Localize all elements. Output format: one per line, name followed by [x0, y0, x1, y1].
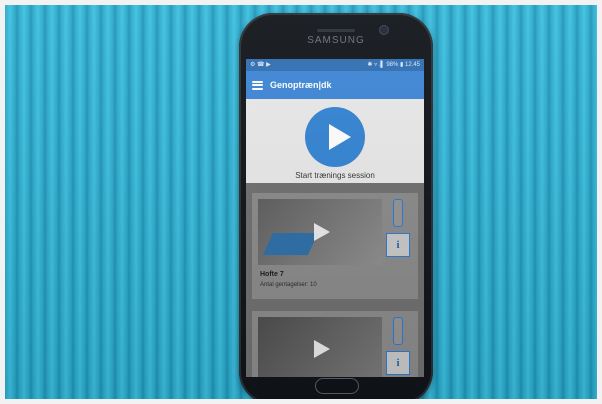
exercise-card[interactable]: i — [252, 311, 418, 377]
card-side-icons: i — [384, 199, 412, 257]
app-bar: Genoptræn|dk — [246, 71, 424, 99]
exercise-subtitle: Antal gentagelser: 10 — [260, 282, 317, 288]
video-play-icon — [314, 223, 330, 241]
home-button[interactable] — [315, 378, 359, 394]
status-bar: ⚙ ☎ ▶ ✱ ▿ .▌ 98% ▮ 12.45 — [246, 59, 424, 71]
card-side-icons: i — [384, 317, 412, 375]
exercise-figure-icon — [393, 317, 403, 345]
exercise-card[interactable]: i Hofte 7 Antal gentagelser: 10 — [252, 193, 418, 299]
exercise-video-thumbnail[interactable] — [258, 317, 382, 377]
exercise-mat-image — [262, 233, 319, 255]
phone-device: SAMSUNG ⚙ ☎ ▶ ✱ ▿ .▌ 98% ▮ 12.45 Genoptr… — [239, 13, 433, 399]
exercise-video-thumbnail[interactable] — [258, 199, 382, 265]
exercise-figure-icon — [393, 199, 403, 227]
app-title: Genoptræn|dk — [270, 80, 332, 90]
exercise-list: i Hofte 7 Antal gentagelser: 10 i — [246, 183, 424, 377]
start-session-button[interactable] — [305, 107, 365, 167]
status-right-info: ✱ ▿ .▌ 98% ▮ 12.45 — [367, 62, 420, 68]
video-play-icon — [314, 340, 330, 358]
exercise-title: Hofte 7 — [260, 271, 284, 278]
brand-logo: SAMSUNG — [307, 35, 365, 46]
front-camera — [379, 25, 389, 35]
speaker-grille — [317, 29, 355, 32]
start-session-panel: Start trænings session — [246, 99, 424, 183]
phone-screen: ⚙ ☎ ▶ ✱ ▿ .▌ 98% ▮ 12.45 Genoptræn|dk St… — [246, 59, 424, 377]
blue-mat-background: SAMSUNG ⚙ ☎ ▶ ✱ ▿ .▌ 98% ▮ 12.45 Genoptr… — [5, 5, 597, 399]
info-button[interactable]: i — [386, 351, 410, 375]
status-left-icons: ⚙ ☎ ▶ — [250, 62, 271, 68]
hamburger-menu-icon[interactable] — [252, 80, 263, 90]
start-session-label: Start trænings session — [295, 171, 375, 180]
info-button[interactable]: i — [386, 233, 410, 257]
